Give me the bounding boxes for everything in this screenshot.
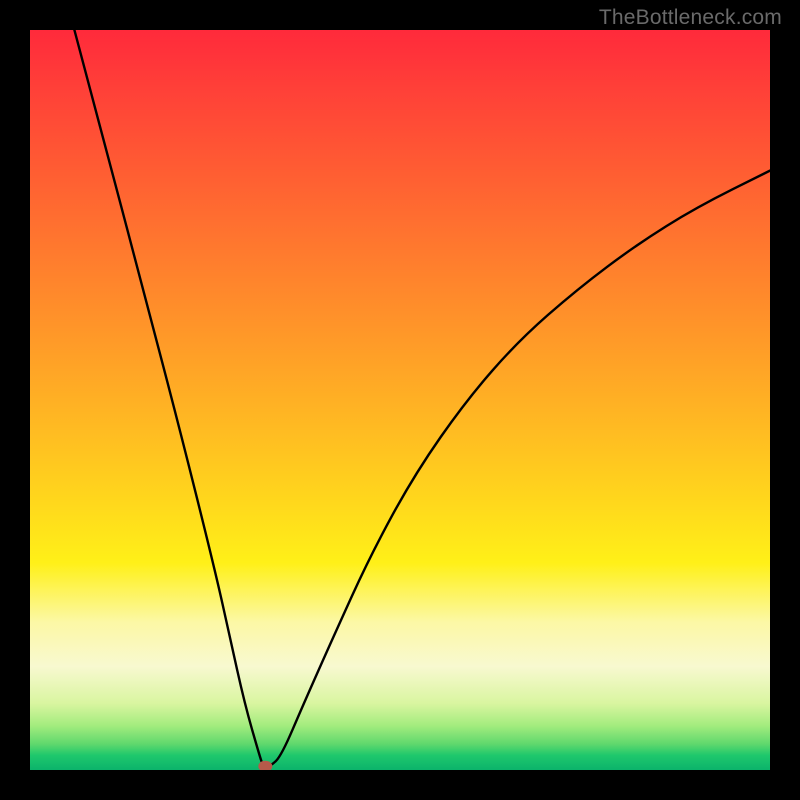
curve-svg xyxy=(30,30,770,770)
chart-container: TheBottleneck.com xyxy=(0,0,800,800)
plot-area xyxy=(30,30,770,770)
attribution-label: TheBottleneck.com xyxy=(599,6,782,30)
bottleneck-curve xyxy=(74,30,770,766)
minimum-marker xyxy=(258,761,272,770)
